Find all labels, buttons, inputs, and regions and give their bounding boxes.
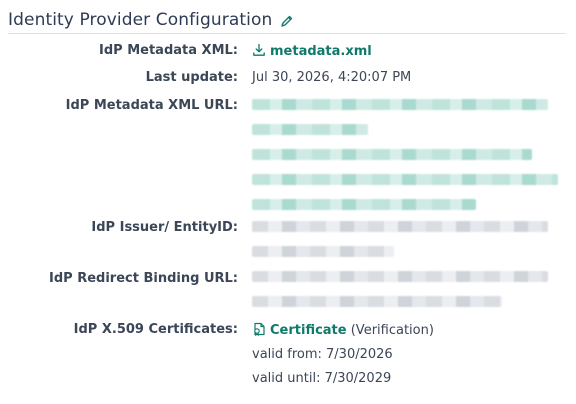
header-divider — [8, 33, 566, 34]
redacted-line — [252, 124, 368, 135]
label-metadata-url: IdP Metadata XML URL: — [65, 98, 238, 113]
certificate-link[interactable]: Certificate — [270, 323, 347, 338]
page-title: Identity Provider Configuration — [8, 10, 273, 30]
certificate-valid-until: valid until: 7/30/2029 — [252, 371, 392, 386]
certificate-valid-from: valid from: 7/30/2026 — [252, 347, 393, 362]
certificate-type-note: (Verification) — [350, 323, 434, 338]
value-metadata-xml: metadata.xml — [252, 43, 372, 61]
issuer-redacted — [252, 221, 548, 271]
redacted-line — [252, 221, 548, 232]
label-metadata-xml: IdP Metadata XML: — [99, 43, 238, 58]
label-last-update: Last update: — [145, 70, 238, 85]
panel-header: Identity Provider Configuration — [8, 8, 566, 32]
metadata-xml-link[interactable]: metadata.xml — [270, 44, 372, 59]
label-certificates: IdP X.509 Certificates: — [73, 322, 238, 337]
certificate-icon — [252, 322, 266, 340]
label-redirect-binding: IdP Redirect Binding URL: — [49, 271, 238, 286]
redacted-line — [252, 99, 548, 110]
redacted-line — [252, 174, 558, 185]
redacted-line — [252, 271, 548, 282]
idp-config-panel: Identity Provider Configuration IdP Meta… — [0, 0, 576, 404]
value-last-update: Jul 30, 2026, 4:20:07 PM — [252, 70, 412, 85]
metadata-url-redacted — [252, 99, 558, 224]
download-icon — [252, 43, 266, 61]
redacted-line — [252, 296, 502, 307]
pencil-icon[interactable] — [280, 13, 294, 27]
redirect-binding-redacted — [252, 271, 548, 321]
label-issuer: IdP Issuer/ EntityID: — [91, 220, 238, 235]
redacted-line — [252, 149, 532, 160]
redacted-line — [252, 246, 394, 257]
value-certificate: Certificate (Verification) — [252, 322, 434, 340]
redacted-line — [252, 199, 476, 210]
